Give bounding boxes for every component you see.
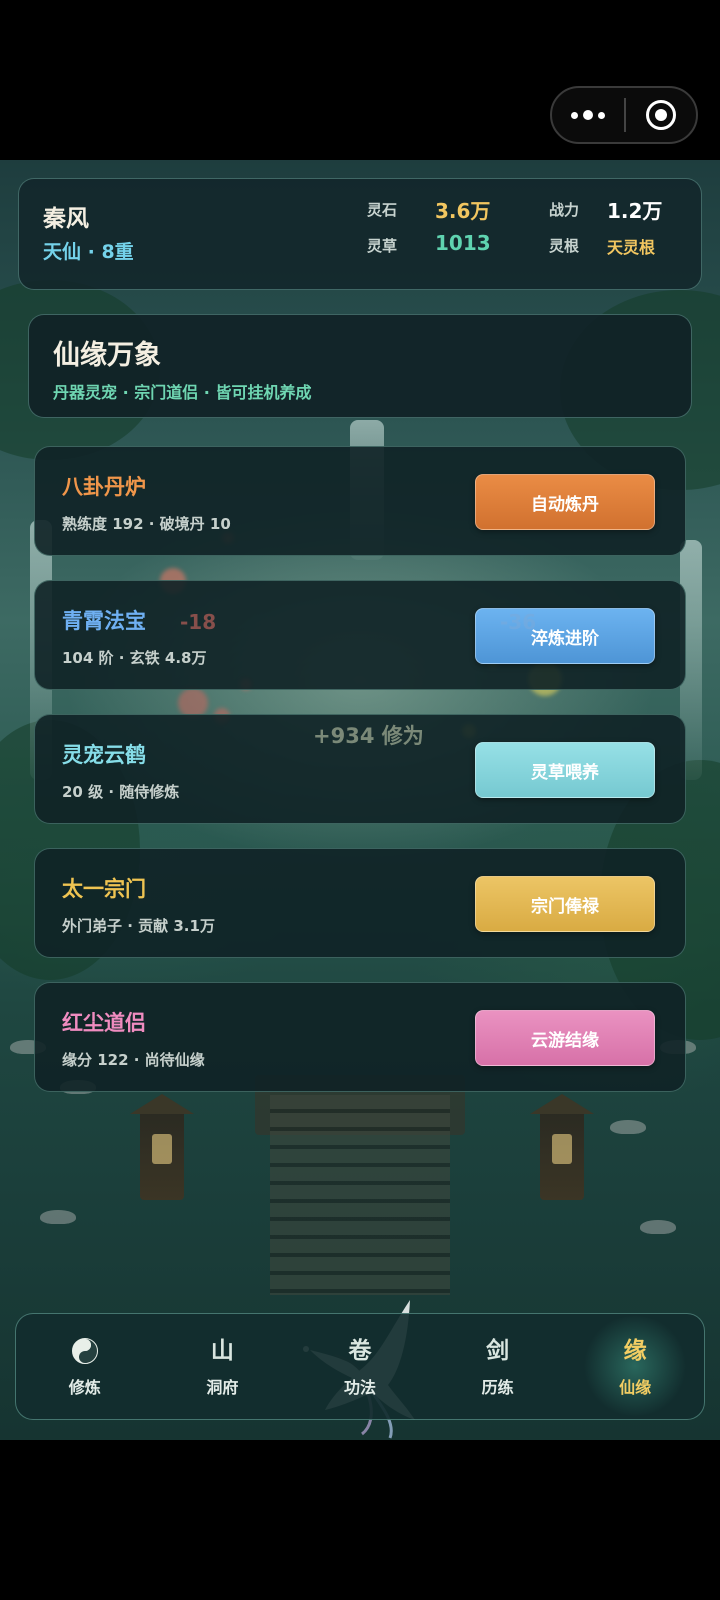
scroll-icon: 卷 xyxy=(348,1337,372,1364)
spirit-root-label: 灵根 xyxy=(549,237,580,255)
card-info: 缘分 122 · 尚待仙缘 xyxy=(62,1051,205,1069)
herb-feed-button[interactable]: 灵草喂养 xyxy=(475,742,655,798)
nav-item-adventure[interactable]: 剑 历练 xyxy=(429,1314,567,1419)
card-info: 熟练度 192 · 破境丹 10 xyxy=(62,515,231,533)
wander-fate-button[interactable]: 云游结缘 xyxy=(475,1010,655,1066)
nav-item-cultivate[interactable]: 修炼 xyxy=(16,1314,154,1419)
spirit-root-value: 天灵根 xyxy=(607,238,656,257)
player-name: 秦风 xyxy=(43,206,89,232)
alchemy-furnace-card: 八卦丹炉 熟练度 192 · 破境丹 10 自动炼丹 xyxy=(34,446,686,556)
banner-title: 仙缘万象 xyxy=(53,340,161,371)
card-title: 灵宠云鹤 xyxy=(62,743,146,767)
more-menu-icon[interactable] xyxy=(552,88,624,142)
sword-icon: 剑 xyxy=(486,1337,510,1364)
spirit-herb-label: 灵草 xyxy=(367,237,398,255)
card-title: 八卦丹炉 xyxy=(62,475,146,499)
nav-item-techniques[interactable]: 卷 功法 xyxy=(291,1314,429,1419)
bottom-nav: 修炼 山 洞府 卷 功法 剑 历练 缘 仙缘 xyxy=(15,1313,705,1420)
system-bottom-area xyxy=(0,1440,720,1600)
combat-power-value: 1.2万 xyxy=(607,199,663,223)
close-miniapp-icon[interactable] xyxy=(626,88,696,142)
fate-banner: 仙缘万象 丹器灵宠 · 宗门道侣 · 皆可挂机养成 xyxy=(28,314,692,418)
nav-label: 历练 xyxy=(481,1377,514,1397)
system-top-bar xyxy=(0,0,720,160)
card-info: 外门弟子 · 贡献 3.1万 xyxy=(62,917,215,935)
card-title: 太一宗门 xyxy=(62,877,146,901)
taiji-icon xyxy=(71,1336,98,1366)
mountain-icon: 山 xyxy=(210,1337,234,1364)
sect-salary-button[interactable]: 宗门俸禄 xyxy=(475,876,655,932)
combat-power-label: 战力 xyxy=(549,201,580,219)
spirit-stone-value: 3.6万 xyxy=(435,199,491,223)
card-info: 104 阶 · 玄铁 4.8万 xyxy=(62,649,207,667)
player-realm: 天仙 · 8重 xyxy=(43,241,134,263)
banner-subtitle: 丹器灵宠 · 宗门道侣 · 皆可挂机养成 xyxy=(53,383,312,402)
nav-item-cave[interactable]: 山 洞府 xyxy=(154,1314,292,1419)
auto-alchemy-button[interactable]: 自动炼丹 xyxy=(475,474,655,530)
nav-label: 仙缘 xyxy=(619,1377,652,1397)
nav-label: 修炼 xyxy=(68,1377,101,1397)
card-title: 红尘道侣 xyxy=(62,1011,146,1035)
floating-cultivation-text: +934 修为 xyxy=(313,724,424,748)
spirit-stone-label: 灵石 xyxy=(367,201,398,219)
card-title: 青霄法宝 xyxy=(62,609,146,633)
player-status-card: 秦风 天仙 · 8重 灵石 3.6万 战力 1.2万 灵草 1013 灵根 天灵… xyxy=(18,178,702,290)
spirit-herb-value: 1013 xyxy=(435,231,491,255)
floating-damage-text: -36 xyxy=(500,610,537,634)
nav-item-fate[interactable]: 缘 仙缘 xyxy=(566,1314,704,1419)
nav-label: 洞府 xyxy=(206,1377,239,1397)
magic-treasure-card: 青霄法宝 104 阶 · 玄铁 4.8万 淬炼进阶 xyxy=(34,580,686,690)
fate-icon: 缘 xyxy=(623,1337,647,1364)
sect-card: 太一宗门 外门弟子 · 贡献 3.1万 宗门俸禄 xyxy=(34,848,686,958)
dao-companion-card: 红尘道侣 缘分 122 · 尚待仙缘 云游结缘 xyxy=(34,982,686,1092)
miniapp-capsule xyxy=(550,86,698,144)
nav-label: 功法 xyxy=(343,1377,376,1397)
floating-damage-text: -18 xyxy=(180,610,217,634)
card-info: 20 级 · 随侍修炼 xyxy=(62,783,180,801)
